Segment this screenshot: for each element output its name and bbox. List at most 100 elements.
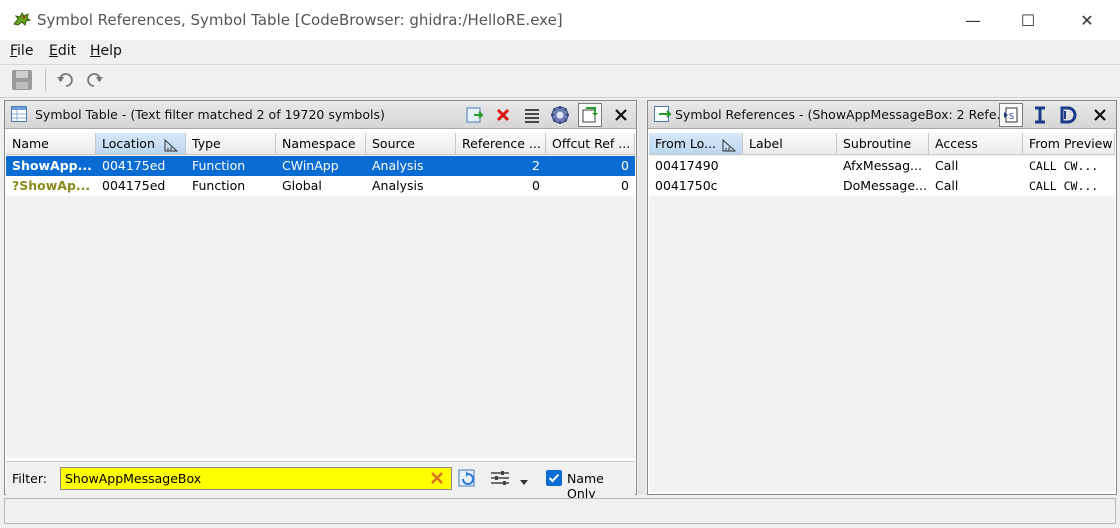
settings-gear-icon[interactable] [549,104,571,126]
window-title: Symbol References, Symbol Table [CodeBro… [37,11,563,29]
cell-access: Call [935,178,959,193]
cell-type: Function [192,178,246,193]
symbol-table-panel: Symbol Table - (Text filter matched 2 of… [4,100,637,501]
navigation-toggle-icon[interactable] [578,103,602,127]
column-header-label: Location [102,136,155,151]
column-header[interactable]: Reference ... [456,133,546,155]
references-icon [654,106,672,125]
name-only-label: Name Only [567,471,604,501]
table-row[interactable]: ?ShowAp... 004175ed Function Global Anal… [6,176,635,196]
menu-file-mnemonic: F [10,43,18,59]
create-table-icon[interactable] [464,104,486,126]
column-header[interactable]: From Preview [1023,133,1115,155]
column-header[interactable]: Name [6,133,96,155]
cell-subroutine: DoMessage... [843,178,927,193]
symbol-table-title: Symbol Table - (Text filter matched 2 of… [35,107,385,122]
references-column-header: From Lo... Label Subroutine Access From … [649,133,1115,155]
cell-name: ShowApp... [12,158,92,173]
sort-ascending-icon [722,137,737,154]
filter-input-text: ShowAppMessageBox [65,471,202,486]
filter-input[interactable]: ShowAppMessageBox [60,467,452,490]
cell-namespace: Global [282,178,322,193]
symbol-table-column-header: Name Location Type Namespace Source Refe… [6,133,635,155]
column-list-icon[interactable] [521,104,543,126]
cell-name: ?ShowAp... [12,178,91,193]
menu-edit[interactable]: Edit [49,43,76,59]
table-icon [11,106,27,125]
dropdown-arrow-icon[interactable] [520,474,528,488]
symbol-references-panel: Symbol References - (ShowAppMessageBox: … [647,100,1117,495]
close-panel-icon[interactable] [610,104,632,126]
delete-icon[interactable] [492,104,514,126]
main-toolbar [0,64,1120,98]
symbol-references-title: Symbol References - (ShowAppMessageBox: … [675,107,1009,122]
table-row-selected[interactable]: ShowApp... 004175ed Function CWinApp Ana… [6,156,635,176]
minimize-icon: — [965,10,981,30]
menu-file[interactable]: File [10,43,33,59]
undo-icon[interactable] [54,68,78,92]
symbol-references-header: Symbol References - (ShowAppMessageBox: … [648,101,1116,129]
cell-from-location: 0041750c [655,178,718,193]
column-header[interactable]: Access [929,133,1023,155]
cell-location: 004175ed [102,158,166,173]
menu-help-mnemonic: H [90,43,101,59]
panel-splitter[interactable] [638,100,646,495]
sort-ascending-icon [164,137,179,154]
toolbar-separator [45,69,46,91]
cell-offcut-count: 0 [621,178,629,193]
cell-offcut-count: 0 [621,158,629,173]
menu-help-label: elp [100,43,122,59]
show-instruction-icon[interactable] [1029,104,1051,126]
column-header-sorted[interactable]: Location [96,133,186,155]
name-only-checkbox[interactable] [546,470,562,486]
cell-reference-count: 2 [532,158,540,173]
filter-refresh-icon[interactable] [458,468,478,491]
svg-text:S: S [1009,112,1014,121]
cell-access: Call [935,158,959,173]
ghidra-dragon-icon [12,10,32,28]
status-bar [4,498,1116,524]
menu-bar [0,40,1120,64]
close-panel-icon[interactable] [1089,104,1111,126]
table-row[interactable]: 0041750c DoMessage... Call CALL CW... [649,176,1115,196]
column-header[interactable]: Offcut Ref ... [546,133,635,155]
menu-help[interactable]: Help [90,43,122,59]
minimize-button[interactable]: — [950,0,996,40]
show-data-icon[interactable] [1057,104,1079,126]
column-header-sorted[interactable]: From Lo... [649,133,743,155]
redo-icon[interactable] [82,68,106,92]
column-header[interactable]: Label [743,133,837,155]
cell-from-preview: CALL CW... [1029,159,1099,173]
maximize-icon: ☐ [1020,10,1036,30]
cell-source: Analysis [372,178,424,193]
clear-filter-icon[interactable] [430,471,444,488]
menu-edit-mnemonic: E [49,43,58,59]
cell-source: Analysis [372,158,424,173]
symbol-table: Name Location Type Namespace Source Refe… [6,133,635,458]
menu-file-label: ile [17,43,34,59]
column-header[interactable]: Source [366,133,456,155]
column-header-label: From Lo... [655,136,717,151]
cell-reference-count: 0 [532,178,540,193]
menu-edit-label: dit [57,43,77,59]
close-button[interactable]: ✕ [1064,0,1110,40]
column-header[interactable]: Subroutine [837,133,929,155]
cell-label [743,156,837,176]
cell-from-location: 00417490 [655,158,719,173]
symbol-references-table: From Lo... Label Subroutine Access From … [649,133,1115,492]
column-header[interactable]: Namespace [276,133,366,155]
cell-label [743,176,837,196]
cell-type: Function [192,158,246,173]
symbol-table-header: Symbol Table - (Text filter matched 2 of… [5,101,636,129]
filter-label: Filter: [12,471,47,486]
filter-bar: Filter: ShowAppMessageBox Name Only [6,461,635,501]
cell-namespace: CWinApp [282,158,339,173]
filter-options-icon[interactable] [490,470,510,489]
cell-from-preview: CALL CW... [1029,179,1099,193]
column-header[interactable]: Type [186,133,276,155]
save-icon[interactable] [10,68,34,92]
table-row[interactable]: 00417490 AfxMessag... Call CALL CW... [649,156,1115,176]
show-references-toggle-icon[interactable]: S [999,103,1023,127]
maximize-button[interactable]: ☐ [1005,0,1051,40]
cell-subroutine: AfxMessag... [843,158,922,173]
